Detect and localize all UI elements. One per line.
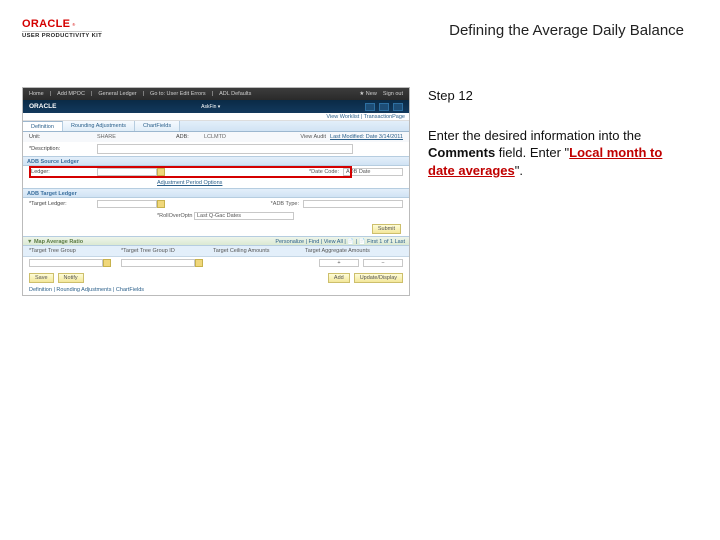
top-signout[interactable]: Sign out	[383, 91, 403, 97]
nav-icon[interactable]	[379, 103, 389, 111]
col-a: *Target Tree Group	[29, 248, 121, 254]
tab-row: Definition Rounding Adjustments ChartFie…	[23, 121, 409, 132]
instr-part-a: Enter the desired information into the	[428, 128, 641, 143]
col-b: *Target Tree Group ID	[121, 248, 213, 254]
col-c: Target Ceiling Amounts	[213, 248, 305, 254]
description-label: *Description:	[29, 146, 97, 152]
oracle-logo: ORACLE ®	[22, 18, 102, 30]
oracle-band-label: ORACLE	[29, 103, 56, 110]
nav-icon[interactable]	[365, 103, 375, 111]
tiny-links[interactable]: View Worklist | TransactionPage	[326, 114, 405, 120]
top-item-c[interactable]: Go to: User Edit Errors	[150, 91, 206, 97]
brand-block: ORACLE ® USER PRODUCTIVITY KIT	[22, 18, 102, 39]
ledger-field[interactable]	[97, 168, 157, 176]
rollover-field[interactable]: Last Q-Gac Dates	[194, 212, 294, 220]
row-add-button[interactable]: +	[319, 259, 359, 267]
lookup-icon[interactable]	[157, 200, 165, 208]
top-item-d[interactable]: ADL Defaults	[219, 91, 251, 97]
instr-part-c: field. Enter "	[495, 145, 569, 160]
adb-type-label: *ADB Type:	[271, 201, 299, 207]
instruction-panel: Step 12 Enter the desired information in…	[428, 87, 686, 179]
top-item-b[interactable]: General Ledger	[98, 91, 136, 97]
footer-links[interactable]: Definition | Rounding Adjustments | Char…	[29, 287, 144, 293]
lookup-icon[interactable]	[157, 168, 165, 176]
target-ledger-row: *Target Ledger: *ADB Type:	[23, 198, 409, 210]
col-d: Target Aggregate Amounts	[305, 248, 397, 254]
section-source-ledger: ADB Source Ledger	[23, 156, 409, 166]
footer-tab-links: Definition | Rounding Adjustments | Char…	[23, 285, 409, 295]
adj-period-row: Adjustment Period Options	[23, 178, 409, 188]
top-home[interactable]: Home	[29, 91, 44, 97]
instr-field-name: Comments	[428, 145, 495, 160]
app-topbar: Home | Add MPOC | General Ledger | Go to…	[23, 88, 409, 100]
nav-icon[interactable]	[393, 103, 403, 111]
tiny-link-row: View Worklist | TransactionPage	[23, 113, 409, 121]
add-button[interactable]: Add	[328, 273, 350, 283]
top-item-a[interactable]: Add MPOC	[57, 91, 85, 97]
lookup-icon[interactable]	[103, 259, 111, 267]
logo-word: ORACLE	[22, 18, 70, 30]
page-title: Defining the Average Daily Balance	[449, 18, 690, 39]
date-code-field[interactable]: ADB Date	[343, 168, 403, 176]
description-row: *Description:	[23, 142, 409, 156]
adj-period-link[interactable]: Adjustment Period Options	[157, 180, 222, 186]
submit-button[interactable]: Submit	[372, 224, 401, 234]
embedded-app-screenshot: Home | Add MPOC | General Ledger | Go to…	[22, 87, 410, 296]
brand-subtitle: USER PRODUCTIVITY KIT	[22, 31, 102, 39]
grid-header: *Target Tree Group *Target Tree Group ID…	[23, 246, 409, 257]
tab-chartfields[interactable]: ChartFields	[135, 121, 180, 131]
source-ledger-row: *Ledger: *Date Code: ADB Date	[23, 166, 409, 178]
section-map-average[interactable]: ▼ Map Average Ratio	[27, 237, 83, 245]
logo-trademark: ®	[72, 22, 75, 27]
adb-value: LCLMTD	[204, 134, 226, 140]
instruction-text: Enter the desired information into the C…	[428, 127, 686, 180]
update-display-button[interactable]: Update/Display	[354, 273, 403, 283]
save-button[interactable]: Save	[29, 273, 54, 283]
instr-part-d: ".	[515, 163, 523, 178]
unit-value: SHARE	[97, 134, 116, 140]
view-audit-label: View Audit	[300, 134, 326, 140]
grid-row: + −	[23, 257, 409, 269]
top-new[interactable]: ★ New	[359, 91, 376, 97]
row-delete-button[interactable]: −	[363, 259, 403, 267]
tab-rounding[interactable]: Rounding Adjustments	[63, 121, 135, 131]
date-code-label: *Date Code:	[309, 169, 339, 175]
target-ledger-field[interactable]	[97, 200, 157, 208]
lookup-icon[interactable]	[195, 259, 203, 267]
oracle-band: ORACLE AskFin ▾	[23, 100, 409, 113]
grid-tool-links[interactable]: Personalize | Find | View All | 📄 | 📄 Fi…	[275, 237, 405, 245]
grid-field[interactable]	[121, 259, 195, 267]
view-audit-group: View Audit Last Modified: Date 3/14/2011	[300, 134, 403, 140]
unit-row: Unit: SHARE ADB: LCLMTD View Audit Last …	[23, 132, 409, 142]
ledger-label: *Ledger:	[29, 169, 97, 175]
adb-type-field[interactable]	[303, 200, 403, 208]
notify-button[interactable]: Notify	[58, 273, 84, 283]
adb-label: ADB:	[176, 134, 204, 140]
tab-definition[interactable]: Definition	[23, 121, 63, 131]
action-row: Save Notify Add Update/Display	[23, 269, 409, 285]
section-target-ledger: ADB Target Ledger	[23, 188, 409, 198]
step-label: Step 12	[428, 87, 686, 105]
target-ledger-label: *Target Ledger:	[29, 201, 97, 207]
rollover-label: *RollOverOptn	[157, 213, 192, 219]
grid-field[interactable]	[29, 259, 103, 267]
comments-field[interactable]	[97, 144, 353, 154]
view-audit-link[interactable]: Last Modified: Date 3/14/2011	[330, 134, 403, 140]
unit-label: Unit:	[29, 134, 97, 140]
rollover-row: *RollOverOptn Last Q-Gac Dates	[23, 210, 409, 222]
